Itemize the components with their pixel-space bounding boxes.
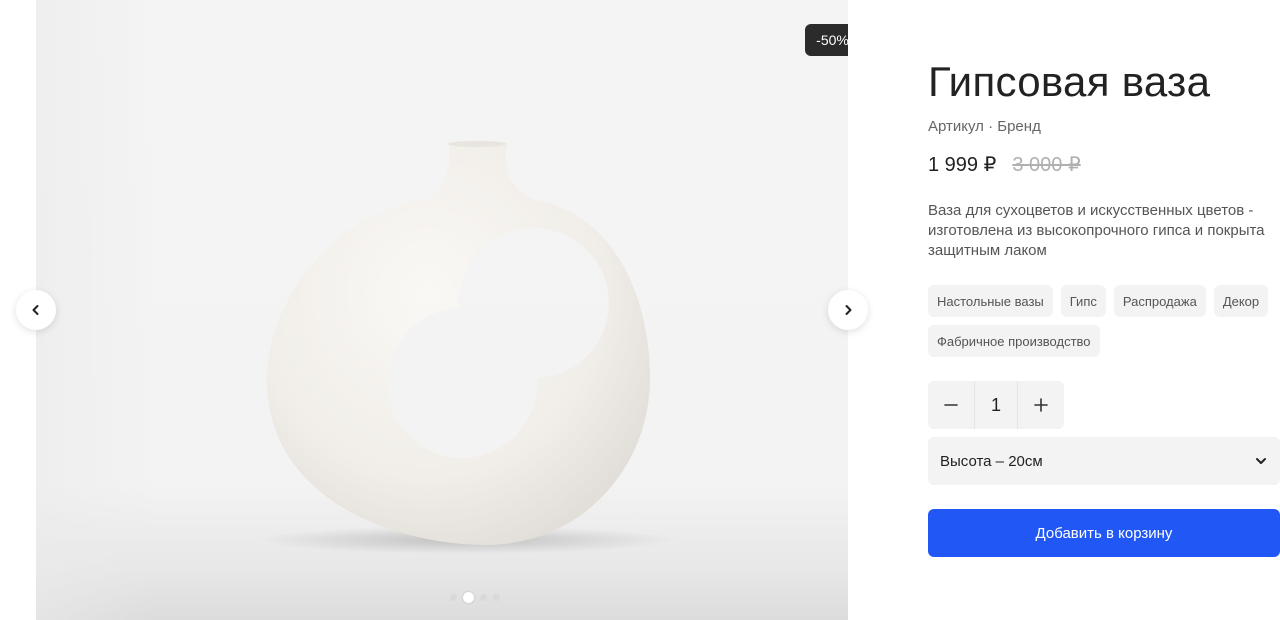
product-title: Гипсовая ваза bbox=[928, 58, 1211, 105]
product-meta: Артикул · Бренд bbox=[928, 118, 1041, 135]
chevron-left-icon bbox=[32, 305, 39, 315]
gallery-next-button[interactable] bbox=[828, 290, 868, 330]
tag-list: Настольные вазы Гипс Распродажа Декор Фа… bbox=[928, 285, 1280, 357]
gallery-pagination bbox=[450, 592, 500, 603]
pagination-dot[interactable] bbox=[480, 594, 487, 601]
chevron-right-icon bbox=[845, 305, 852, 315]
minus-icon bbox=[944, 404, 958, 406]
quantity-value[interactable]: 1 bbox=[974, 381, 1018, 429]
plus-icon bbox=[1034, 398, 1048, 412]
pagination-dot[interactable] bbox=[493, 594, 500, 601]
price-row: 1 999 ₽ 3 000 ₽ bbox=[928, 152, 1081, 177]
chevron-down-icon bbox=[1256, 458, 1266, 464]
product-image bbox=[256, 140, 676, 554]
quantity-stepper: 1 bbox=[928, 381, 1064, 429]
pagination-dot-active[interactable] bbox=[463, 592, 474, 603]
discount-badge: -50% bbox=[805, 24, 848, 56]
current-price: 1 999 ₽ bbox=[928, 154, 997, 176]
tag-chip[interactable]: Декор bbox=[1213, 285, 1269, 317]
pagination-dot[interactable] bbox=[450, 594, 457, 601]
old-price: 3 000 ₽ bbox=[1012, 154, 1081, 176]
product-description: Ваза для сухоцветов и искусственных цвет… bbox=[928, 202, 1265, 259]
product-gallery: -50% bbox=[36, 0, 848, 620]
variant-select-value: Высота – 20см bbox=[940, 452, 1043, 470]
quantity-decrease-button[interactable] bbox=[928, 381, 974, 429]
tag-chip[interactable]: Настольные вазы bbox=[928, 285, 1053, 317]
tag-chip[interactable]: Фабричное производство bbox=[928, 325, 1100, 357]
tag-chip[interactable]: Гипс bbox=[1060, 285, 1106, 317]
add-to-cart-button[interactable]: Добавить в корзину bbox=[928, 509, 1280, 557]
variant-select[interactable]: Высота – 20см bbox=[928, 437, 1280, 485]
quantity-increase-button[interactable] bbox=[1018, 381, 1064, 429]
gallery-prev-button[interactable] bbox=[16, 290, 56, 330]
tag-chip[interactable]: Распродажа bbox=[1113, 285, 1206, 317]
